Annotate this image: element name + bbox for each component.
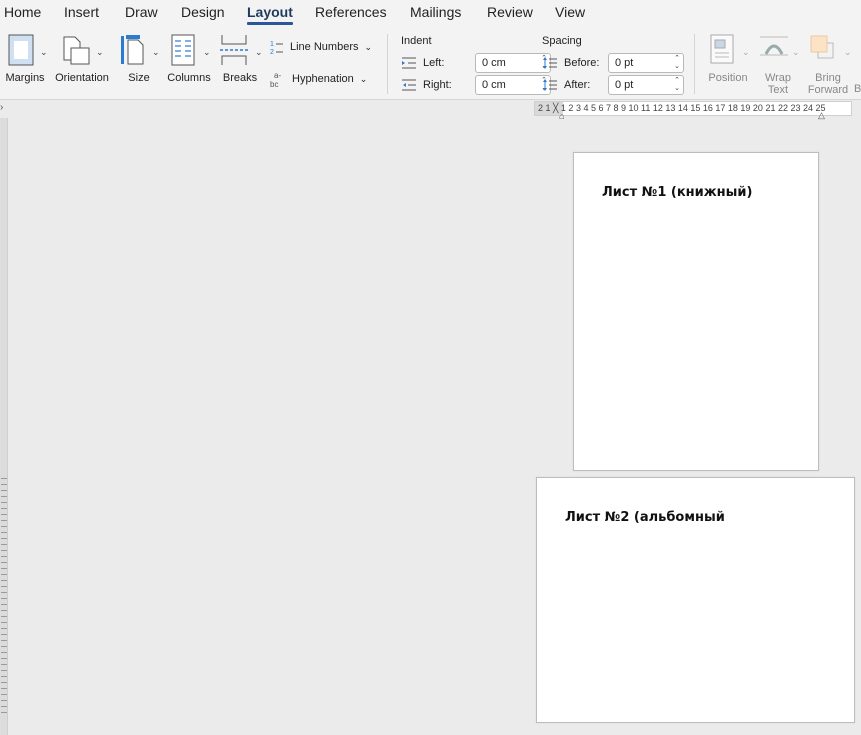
position-label: Position	[708, 72, 748, 84]
wrap-text-button[interactable]: ⌄ Wrap Text	[756, 32, 800, 96]
page-2-heading[interactable]: Лист №2 (альбомный	[565, 510, 725, 525]
indent-group-title: Indent	[401, 35, 432, 47]
ruler-numbers: 2 1 ╳ 1 2 3 4 5 6 7 8 9 10 11 12 13 14 1…	[538, 103, 826, 113]
hyphenation-button[interactable]: a- bc Hyphenation ⌄	[270, 69, 367, 89]
chevron-down-icon: ⌄	[255, 47, 263, 57]
wrap-text-icon	[760, 36, 788, 56]
ribbon-separator	[694, 34, 695, 94]
bring-forward-icon	[810, 35, 834, 59]
spin-arrows-icon[interactable]: ⌃⌄	[674, 77, 680, 93]
svg-text:bc: bc	[270, 80, 278, 88]
tab-references[interactable]: References	[315, 4, 387, 20]
indent-left-icon	[402, 57, 416, 69]
breaks-label: Breaks	[222, 72, 258, 84]
indent-right-row: Right: 0 cm ⌃⌄	[401, 75, 551, 95]
orientation-icon	[63, 36, 90, 65]
tab-draw[interactable]: Draw	[125, 4, 158, 20]
svg-text:a-: a-	[274, 71, 281, 80]
indent-right-value: 0 cm	[482, 79, 506, 91]
spacing-after-label: After:	[564, 79, 591, 91]
spin-arrows-icon[interactable]: ⌃⌄	[674, 55, 680, 71]
page-1-portrait[interactable]: Лист №1 (книжный)	[573, 152, 819, 471]
margins-button[interactable]: ⌄ Margins	[2, 32, 48, 94]
indent-right-input[interactable]: 0 cm ⌃⌄	[475, 75, 551, 95]
chevron-down-icon: ⌄	[152, 47, 160, 57]
columns-label: Columns	[167, 72, 211, 84]
spacing-before-value: 0 pt	[615, 57, 634, 69]
bring-forward-label: Bring Forward	[807, 72, 849, 96]
position-icon	[710, 34, 734, 64]
hyphenation-icon: a- bc	[270, 71, 281, 88]
indent-left-input[interactable]: 0 cm ⌃⌄	[475, 53, 551, 73]
send-backward-cutoff-label: B	[854, 83, 861, 95]
ribbon-tab-bar: Home Insert Draw Design Layout Reference…	[0, 0, 861, 28]
tab-review[interactable]: Review	[487, 4, 533, 20]
spacing-after-value: 0 pt	[615, 79, 634, 91]
tab-view[interactable]: View	[555, 4, 585, 20]
tab-mailings[interactable]: Mailings	[410, 4, 461, 20]
spacing-after-row: After: 0 pt ⌃ ⌄	[542, 75, 684, 95]
line-numbers-button[interactable]: 1 2 Line Numbers ⌄	[270, 37, 372, 57]
spacing-before-row: Before: 0 pt ⌃ ⌄	[542, 53, 684, 73]
chevron-down-icon: ⌄	[364, 41, 373, 52]
spacing-after-icon	[543, 79, 557, 91]
chevron-down-icon: ⌄	[742, 47, 750, 57]
chevron-down-icon: ⌄	[96, 47, 104, 57]
ruler-left-marker-icon: ›	[0, 102, 4, 113]
page-1-heading[interactable]: Лист №1 (книжный)	[602, 185, 752, 200]
page-size-icon	[121, 35, 144, 65]
chevron-down-icon: ⌄	[40, 47, 48, 57]
tab-home[interactable]: Home	[4, 4, 41, 20]
indent-right-icon	[402, 79, 416, 91]
columns-icon	[171, 34, 195, 66]
size-button[interactable]: ⌄ Size	[118, 32, 160, 94]
chevron-down-icon: ⌄	[359, 73, 368, 84]
indent-left-row: Left: 0 cm ⌃⌄	[401, 53, 551, 73]
horizontal-ruler[interactable]: 2 1 ╳ 1 2 3 4 5 6 7 8 9 10 11 12 13 14 1…	[534, 101, 852, 116]
breaks-icon	[220, 35, 248, 65]
chevron-down-icon: ⌄	[203, 47, 211, 57]
svg-text:1: 1	[270, 41, 274, 48]
breaks-button[interactable]: ⌄ Breaks	[217, 32, 263, 94]
tab-layout[interactable]: Layout	[247, 4, 293, 25]
line-numbers-label: Line Numbers	[290, 41, 359, 53]
size-label: Size	[128, 72, 150, 84]
wrap-text-label: Wrap Text	[764, 72, 792, 96]
ribbon-separator	[387, 34, 388, 94]
chevron-down-icon: ⌄	[792, 47, 800, 57]
margins-icon	[8, 34, 34, 66]
right-indent-marker-icon[interactable]: △	[818, 110, 825, 121]
spacing-before-label: Before:	[564, 57, 600, 69]
spacing-group-title: Spacing	[542, 35, 582, 47]
line-numbers-icon: 1 2	[270, 41, 283, 55]
tab-insert[interactable]: Insert	[64, 4, 99, 20]
indent-left-value: 0 cm	[482, 57, 506, 69]
page-2-landscape[interactable]: Лист №2 (альбомный	[536, 477, 855, 723]
position-button[interactable]: ⌄ Position	[704, 32, 752, 94]
hyphenation-label: Hyphenation	[292, 73, 354, 85]
chevron-down-icon: ⌄	[844, 47, 852, 57]
bring-forward-button[interactable]: ⌄ Bring Forward	[804, 32, 852, 96]
svg-text:2: 2	[270, 49, 274, 55]
margins-label: Margins	[5, 72, 45, 84]
indent-left-label: Left:	[423, 57, 445, 69]
indent-right-label: Right:	[423, 79, 452, 91]
layout-ribbon: ⌄ Margins ⌄ Orientation ⌄ Size ⌄ Columns…	[0, 28, 861, 100]
vertical-ruler-ticks	[1, 478, 7, 718]
spacing-after-input[interactable]: 0 pt ⌃ ⌄	[608, 75, 684, 95]
tab-design[interactable]: Design	[181, 4, 225, 20]
spacing-before-input[interactable]: 0 pt ⌃ ⌄	[608, 53, 684, 73]
orientation-button[interactable]: ⌄ Orientation	[52, 32, 112, 94]
vertical-ruler[interactable]	[0, 118, 8, 735]
orientation-label: Orientation	[55, 72, 109, 84]
spacing-before-icon	[543, 57, 557, 69]
columns-button[interactable]: ⌄ Columns	[165, 32, 213, 94]
indent-marker-icon[interactable]: ⌂	[559, 111, 564, 121]
